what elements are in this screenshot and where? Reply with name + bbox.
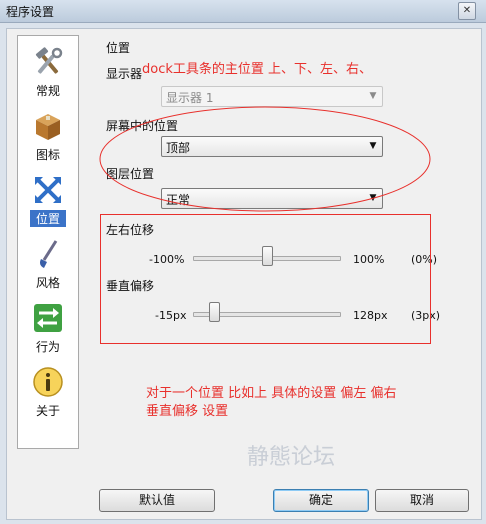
annotation-note-main-position: dock工具条的主位置 上、下、左、右、 (142, 62, 373, 77)
annotation-note-line2: 垂直偏移 设置 (146, 404, 229, 419)
annotation-rectangle (100, 214, 431, 344)
annotation-note-line1: 对于一个位置 比如上 具体的设置 偏左 偏右 (146, 386, 397, 401)
annotation-ellipse (99, 106, 431, 212)
